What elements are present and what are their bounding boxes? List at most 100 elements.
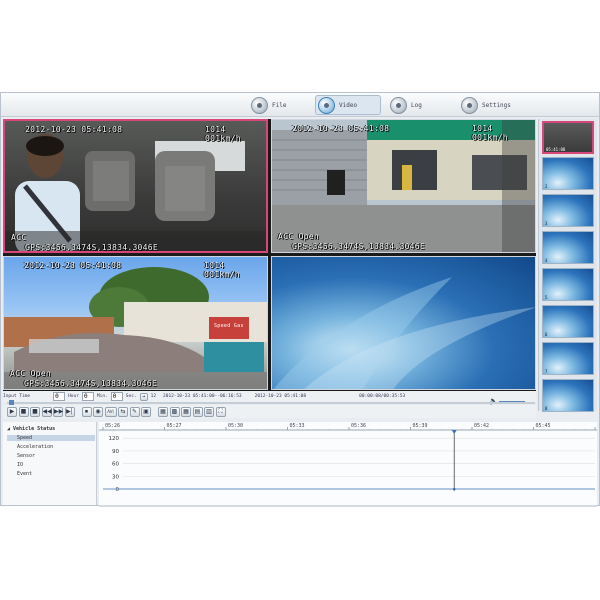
thumbnail-1-label: 05:41:08 — [546, 147, 566, 152]
camera-2-view[interactable]: 2012-10-23 05:41:08 1014 001km/h ACC Ope… — [271, 119, 536, 253]
graph-scrollbar[interactable] — [99, 505, 597, 507]
current-time: 2012-10-23 05:41:08 — [254, 394, 307, 399]
rewind-button[interactable]: ◀◀ — [41, 406, 52, 417]
toolbar-video-button[interactable]: Video — [315, 95, 381, 115]
toolbar-video-label: Video — [339, 101, 358, 109]
layout-9-button[interactable]: ▥ — [204, 406, 214, 417]
thumbnail-6[interactable]: 6 — [542, 305, 594, 338]
toolbar-settings-button[interactable]: Settings — [459, 95, 517, 115]
x-tick-label: 05:42 — [474, 423, 489, 429]
thumbnail-3-label: 3 — [545, 221, 548, 226]
playback-controls: ▶ ■ ■ ◀◀ ▶▶ ▶| ⏹ ◉ AVI ⇆ ✎ ▣ ▦ ▩ ▦ ▤ ▥ ⛶ — [3, 405, 536, 418]
status-item-io[interactable]: IO — [17, 462, 23, 468]
count-label: 12 — [150, 394, 157, 399]
status-item-acceleration[interactable]: Acceleration — [17, 444, 53, 450]
camera-2-speed-unit: 001km/h — [472, 133, 508, 142]
x-tick-label: 05:27 — [167, 423, 182, 429]
sync-button[interactable]: ⇆ — [118, 406, 128, 417]
x-tick-label: 05:30 — [228, 423, 243, 429]
fullscreen-button[interactable]: ⛶ — [215, 406, 226, 417]
y-tick-label: 0 — [116, 487, 120, 493]
thumbnail-4-label: 4 — [545, 258, 548, 263]
day-input[interactable]: 0 — [53, 392, 66, 401]
x-tick-label: 05:33 — [290, 423, 305, 429]
x-tick-label: 05:45 — [536, 423, 551, 429]
layout-6-button[interactable]: ▤ — [192, 406, 203, 417]
camera-1-status: ACC — [11, 233, 27, 242]
speed-graph[interactable]: 05:26 05:27 05:30 05:33 05:36 05:39 05:42 05:45… — [99, 422, 597, 505]
speed-point-marker — [452, 487, 456, 491]
edit-button[interactable]: ▣ — [141, 406, 151, 417]
sec-label: Sec. — [125, 394, 137, 399]
fast-forward-button[interactable]: ▶▶ — [53, 406, 63, 417]
camera-1-speed-unit: 001km/h — [205, 134, 241, 143]
vehicle-status-title[interactable]: ◢ Vehicle Status — [7, 426, 55, 432]
camera-3-speed: 1014 — [204, 261, 225, 270]
status-item-sensor[interactable]: Sensor — [17, 453, 35, 459]
print-button[interactable]: ✎ — [129, 406, 140, 417]
vehicle-status-panel: ◢ Vehicle Status Speed Acceleration Sens… — [3, 422, 97, 505]
input-time-label: Input Time — [3, 394, 31, 399]
camera-2-timestamp: 2012-10-23 05:41:08 — [292, 124, 390, 133]
thumbnail-5[interactable]: 5 — [542, 268, 594, 301]
thumbnail-6-label: 6 — [545, 332, 548, 337]
camera-2-gps: GPS:3456.3474S,13834.3046E — [292, 242, 426, 251]
settings-icon — [461, 96, 478, 114]
y-tick-label: 30 — [112, 474, 119, 480]
x-tick-label: 05:36 — [351, 423, 366, 429]
camera-3-view[interactable]: 2012-10-23 05:41:08 1014 001km/h Speed G… — [3, 256, 268, 390]
camera-4-view[interactable] — [271, 256, 536, 390]
toolbar-file-button[interactable]: File — [249, 95, 292, 115]
log-icon — [390, 96, 407, 114]
min-input[interactable]: 0 — [110, 392, 123, 401]
thumbnail-3[interactable]: 3 — [542, 194, 594, 227]
video-icon — [318, 96, 335, 114]
hour-label: Hour — [68, 394, 79, 399]
stop-button[interactable]: ■ — [18, 406, 29, 417]
thumbnail-2-label: 2 — [545, 184, 548, 189]
camera-4-wallpaper — [273, 277, 535, 389]
pause-button[interactable]: ■ — [30, 406, 40, 417]
camera-2-speed: 1014 — [472, 124, 493, 133]
thumbnail-2[interactable]: 2 — [542, 157, 594, 190]
camera-3-timestamp: 2012-10-23 05:41:08 — [24, 261, 122, 270]
thumbnail-8-label: 8 — [545, 406, 548, 411]
elapsed-time: 00:00:08/00:35:53 — [359, 394, 406, 399]
snapshot-button[interactable]: ⏹ — [81, 406, 92, 417]
record-button[interactable]: ◉ — [93, 406, 103, 417]
camera-3-gps: GPS:3456.3474S,13834.3046E — [24, 379, 158, 388]
camera-3-status: ACC Open — [10, 369, 51, 378]
dvr-player-window: File Video Log Settings 2012-10-23 05:41… — [0, 92, 600, 507]
y-tick-label: 90 — [112, 449, 119, 455]
thumbnail-strip: 05:41:08 2 3 4 5 6 7 8 — [538, 119, 597, 412]
status-item-event[interactable]: Event — [17, 471, 32, 477]
camera-1-speed: 1014 — [205, 125, 226, 134]
y-tick-label: 120 — [109, 436, 120, 442]
layout-1-button[interactable]: ▦ — [158, 406, 168, 417]
hour-input[interactable]: 0 — [81, 392, 94, 401]
thumbnail-8[interactable]: 8 — [542, 379, 594, 412]
thumbnail-4[interactable]: 4 — [542, 231, 594, 264]
camera-1-gps: GPS:3456.3474S,13834.3046E — [25, 243, 159, 252]
toolbar-file-label: File — [272, 101, 287, 109]
x-tick-label: 05:26 — [105, 423, 120, 429]
layout-4-button[interactable]: ▦ — [181, 406, 191, 417]
thumbnail-7-label: 7 — [545, 369, 548, 374]
thumbnail-5-label: 5 — [545, 295, 548, 300]
camera-1-timestamp: 2012-10-23 05:41:08 — [25, 125, 123, 134]
layout-2-button[interactable]: ▩ — [169, 406, 180, 417]
go-arrow-icon[interactable]: ➜ — [139, 392, 148, 401]
camera-2-status: ACC Open — [278, 232, 319, 241]
play-button[interactable]: ▶ — [7, 406, 17, 417]
camera-1-view[interactable]: 2012-10-23 05:41:08 1014 001km/h ACC GPS… — [3, 119, 268, 253]
toolbar-log-button[interactable]: Log — [388, 95, 428, 115]
file-icon — [251, 96, 268, 114]
time-range: 2012-10-23 05:41:00--06:16:53 — [163, 394, 242, 399]
thumbnail-7[interactable]: 7 — [542, 342, 594, 375]
step-frame-button[interactable]: ▶| — [64, 406, 75, 417]
thumbnail-1[interactable]: 05:41:08 — [542, 121, 594, 154]
avi-export-button[interactable]: AVI — [104, 406, 117, 417]
status-item-speed[interactable]: Speed — [7, 435, 95, 441]
camera-3-sign: Speed Gas — [214, 323, 244, 329]
x-tick-label: 05:39 — [413, 423, 428, 429]
